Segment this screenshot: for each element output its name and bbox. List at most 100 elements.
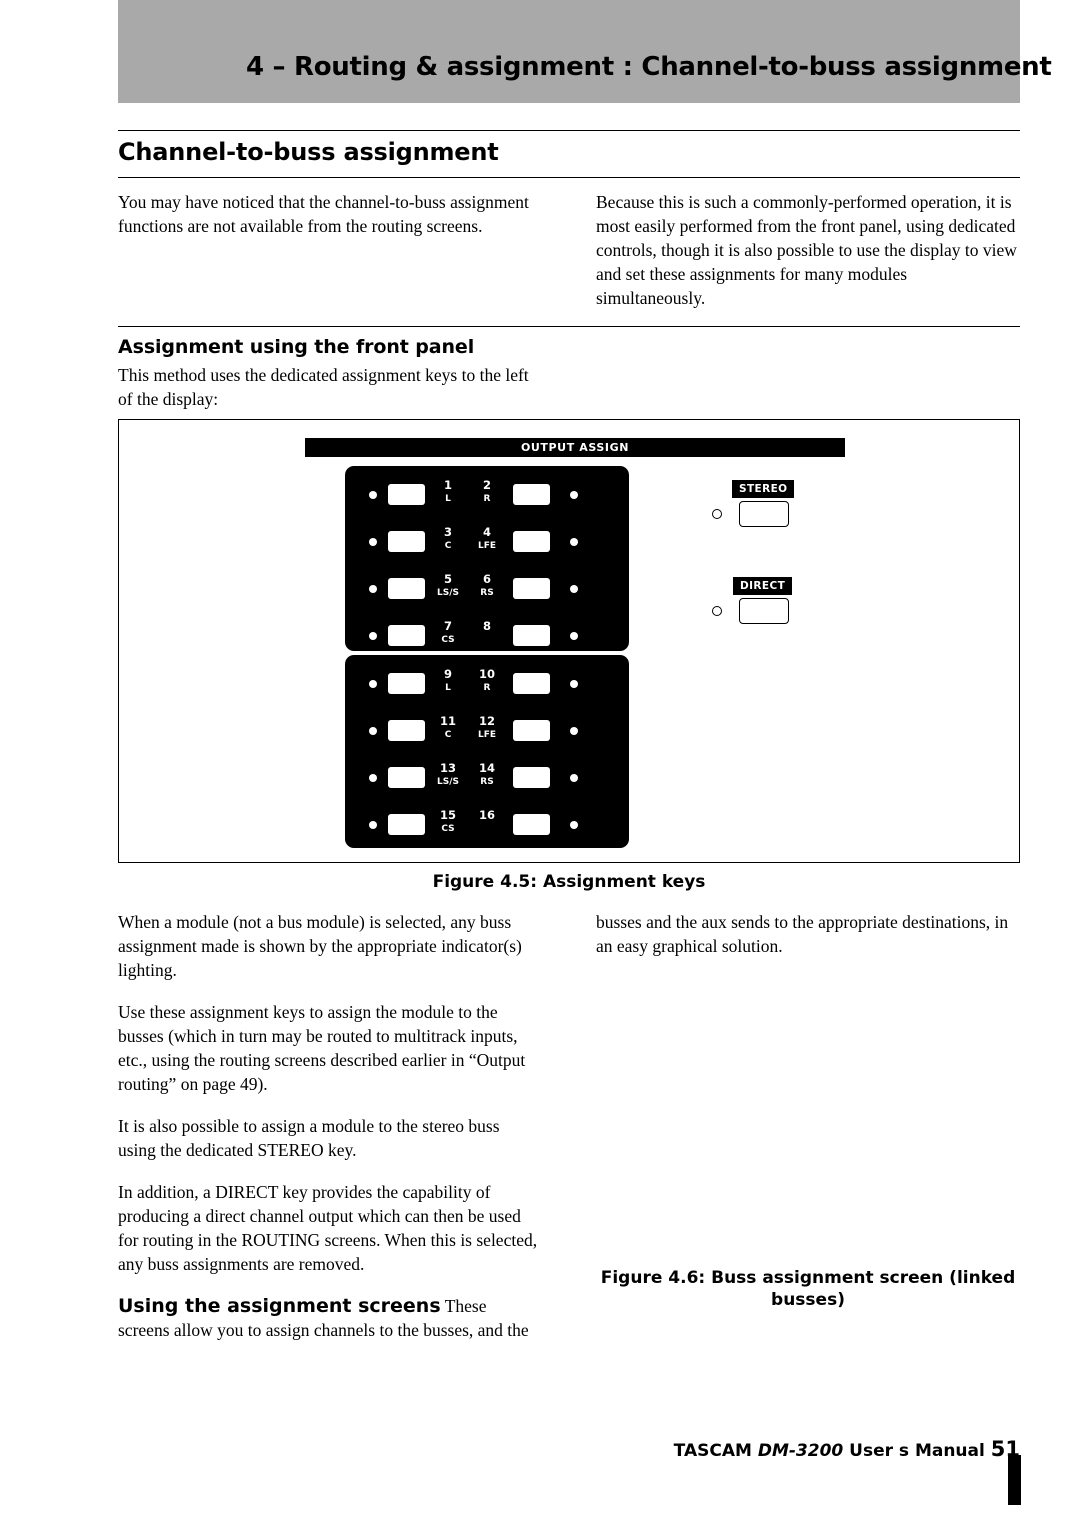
assign-key-7[interactable] xyxy=(388,625,425,646)
body-right-paragraph-1: busses and the aux sends to the appropri… xyxy=(596,912,1009,956)
led-indicator xyxy=(570,491,578,499)
figure-4-5-caption: Figure 4.5: Assignment keys xyxy=(432,872,706,892)
assign-key-14[interactable] xyxy=(513,767,550,788)
footer-manual: User s Manual xyxy=(843,1441,991,1461)
figure-4-6-caption-line-1: Figure 4.6: Buss assignment screen (link… xyxy=(600,1268,1016,1288)
key-number-5: 5 xyxy=(443,572,452,586)
assign-key-2[interactable] xyxy=(513,484,550,505)
figure-4-6-caption-line-2: busses) xyxy=(771,1290,845,1310)
key-number-13: 13 xyxy=(439,761,456,775)
assign-key-15[interactable] xyxy=(388,814,425,835)
footer-brand: TASCAM xyxy=(673,1441,758,1461)
led-indicator xyxy=(369,774,377,782)
led-indicator xyxy=(570,774,578,782)
key-number-1: 1 xyxy=(443,478,452,492)
led-indicator xyxy=(369,585,377,593)
page-footer: TASCAM DM-3200 User s Manual 51 xyxy=(674,1437,1020,1461)
assign-key-1[interactable] xyxy=(388,484,425,505)
key-sublabel-1: L xyxy=(445,494,451,504)
intro-left-paragraph: You may have noticed that the channel-to… xyxy=(118,192,529,236)
direct-label: DIRECT xyxy=(733,577,793,595)
assign-key-6[interactable] xyxy=(513,578,550,599)
body-left-paragraph-2: Use these assignment keys to assign the … xyxy=(118,1002,526,1094)
key-sublabel-11: C xyxy=(444,730,452,740)
key-row-3: 5 LS/S 6 RS xyxy=(345,570,629,617)
body-left-column: When a module (not a bus module) is sele… xyxy=(118,910,540,1360)
body-right-column: busses and the aux sends to the appropri… xyxy=(596,910,1020,976)
rule-below-section-title xyxy=(118,177,1020,178)
led-indicator xyxy=(369,821,377,829)
led-indicator xyxy=(570,727,578,735)
led-indicator xyxy=(570,538,578,546)
key-number-10: 10 xyxy=(478,667,495,681)
assign-key-11[interactable] xyxy=(388,720,425,741)
stereo-key[interactable] xyxy=(739,501,789,527)
footer-model: DM-3200 xyxy=(757,1441,844,1461)
footer-marker-bar xyxy=(1008,1455,1021,1505)
assign-key-9[interactable] xyxy=(388,673,425,694)
key-row-8: 15 CS 16 xyxy=(345,806,629,853)
body-left-paragraph-1: When a module (not a bus module) is sele… xyxy=(118,912,522,980)
assign-key-12[interactable] xyxy=(513,720,550,741)
body-left-paragraph-3: It is also possible to assign a module t… xyxy=(118,1116,500,1160)
rule-above-section-title xyxy=(118,130,1020,131)
front-panel-intro-paragraph: This method uses the dedicated assignmen… xyxy=(118,365,529,409)
key-sublabel-3: C xyxy=(444,541,452,551)
key-sublabel-7: CS xyxy=(441,635,455,645)
led-indicator xyxy=(570,632,578,640)
key-sublabel-14: RS xyxy=(480,777,494,787)
key-number-6: 6 xyxy=(482,572,491,586)
assign-key-5[interactable] xyxy=(388,578,425,599)
assign-key-3[interactable] xyxy=(388,531,425,552)
page-header-title: 4 – Routing & assignment : Channel-to-bu… xyxy=(246,52,1052,82)
key-row-7: 13 LS/S 14 RS xyxy=(345,759,629,806)
key-row-6: 11 C 12 LFE xyxy=(345,712,629,759)
led-indicator xyxy=(570,821,578,829)
led-indicator xyxy=(570,680,578,688)
led-indicator xyxy=(570,585,578,593)
led-indicator xyxy=(369,538,377,546)
intro-left-column: You may have noticed that the channel-to… xyxy=(118,190,540,256)
key-number-16: 16 xyxy=(478,808,495,822)
assign-key-8[interactable] xyxy=(513,625,550,646)
key-sublabel-2: R xyxy=(483,494,491,504)
key-sublabel-5: LS/S xyxy=(437,588,459,598)
key-sublabel-13: LS/S xyxy=(437,777,459,787)
section-title: Channel-to-buss assignment xyxy=(118,138,499,166)
using-assignment-screens-paragraph: Using the assignment screens These scree… xyxy=(118,1294,540,1342)
led-indicator xyxy=(369,680,377,688)
key-sublabel-15: CS xyxy=(441,824,455,834)
key-number-4: 4 xyxy=(482,525,491,539)
assign-key-10[interactable] xyxy=(513,673,550,694)
stereo-led-indicator xyxy=(712,509,722,519)
key-number-15: 15 xyxy=(439,808,456,822)
key-number-12: 12 xyxy=(478,714,495,728)
intro-right-paragraph: Because this is such a commonly-performe… xyxy=(596,192,1017,308)
assign-key-16[interactable] xyxy=(513,814,550,835)
direct-led-indicator xyxy=(712,606,722,616)
key-number-14: 14 xyxy=(478,761,495,775)
rule-above-subhead xyxy=(118,326,1020,327)
key-sublabel-6: RS xyxy=(480,588,494,598)
assign-key-4[interactable] xyxy=(513,531,550,552)
body-left-paragraph-4: In addition, a DIRECT key provides the c… xyxy=(118,1182,538,1274)
subhead-front-panel: Assignment using the front panel xyxy=(118,336,475,358)
led-indicator xyxy=(369,727,377,735)
intro-right-column: Because this is such a commonly-performe… xyxy=(596,190,1020,328)
output-assign-header-bar: OUTPUT ASSIGN xyxy=(305,438,845,457)
figure-4-5-box: OUTPUT ASSIGN 1 L 2 R 3 C 4 LFE 5 LS/S 6… xyxy=(118,419,1020,863)
key-row-1: 1 L 2 R xyxy=(345,476,629,523)
assignment-key-panel-top: 1 L 2 R 3 C 4 LFE 5 LS/S 6 RS 7 CS 8 xyxy=(345,466,629,651)
assign-key-13[interactable] xyxy=(388,767,425,788)
document-page: 4 – Routing & assignment : Channel-to-bu… xyxy=(0,0,1080,1528)
key-number-2: 2 xyxy=(482,478,491,492)
key-number-8: 8 xyxy=(482,619,491,633)
led-indicator xyxy=(369,632,377,640)
key-number-9: 9 xyxy=(443,667,452,681)
key-number-7: 7 xyxy=(443,619,452,633)
key-sublabel-4: LFE xyxy=(477,541,497,551)
key-row-5: 9 L 10 R xyxy=(345,665,629,712)
direct-key[interactable] xyxy=(739,598,789,624)
key-number-3: 3 xyxy=(443,525,452,539)
stereo-label: STEREO xyxy=(732,480,795,498)
